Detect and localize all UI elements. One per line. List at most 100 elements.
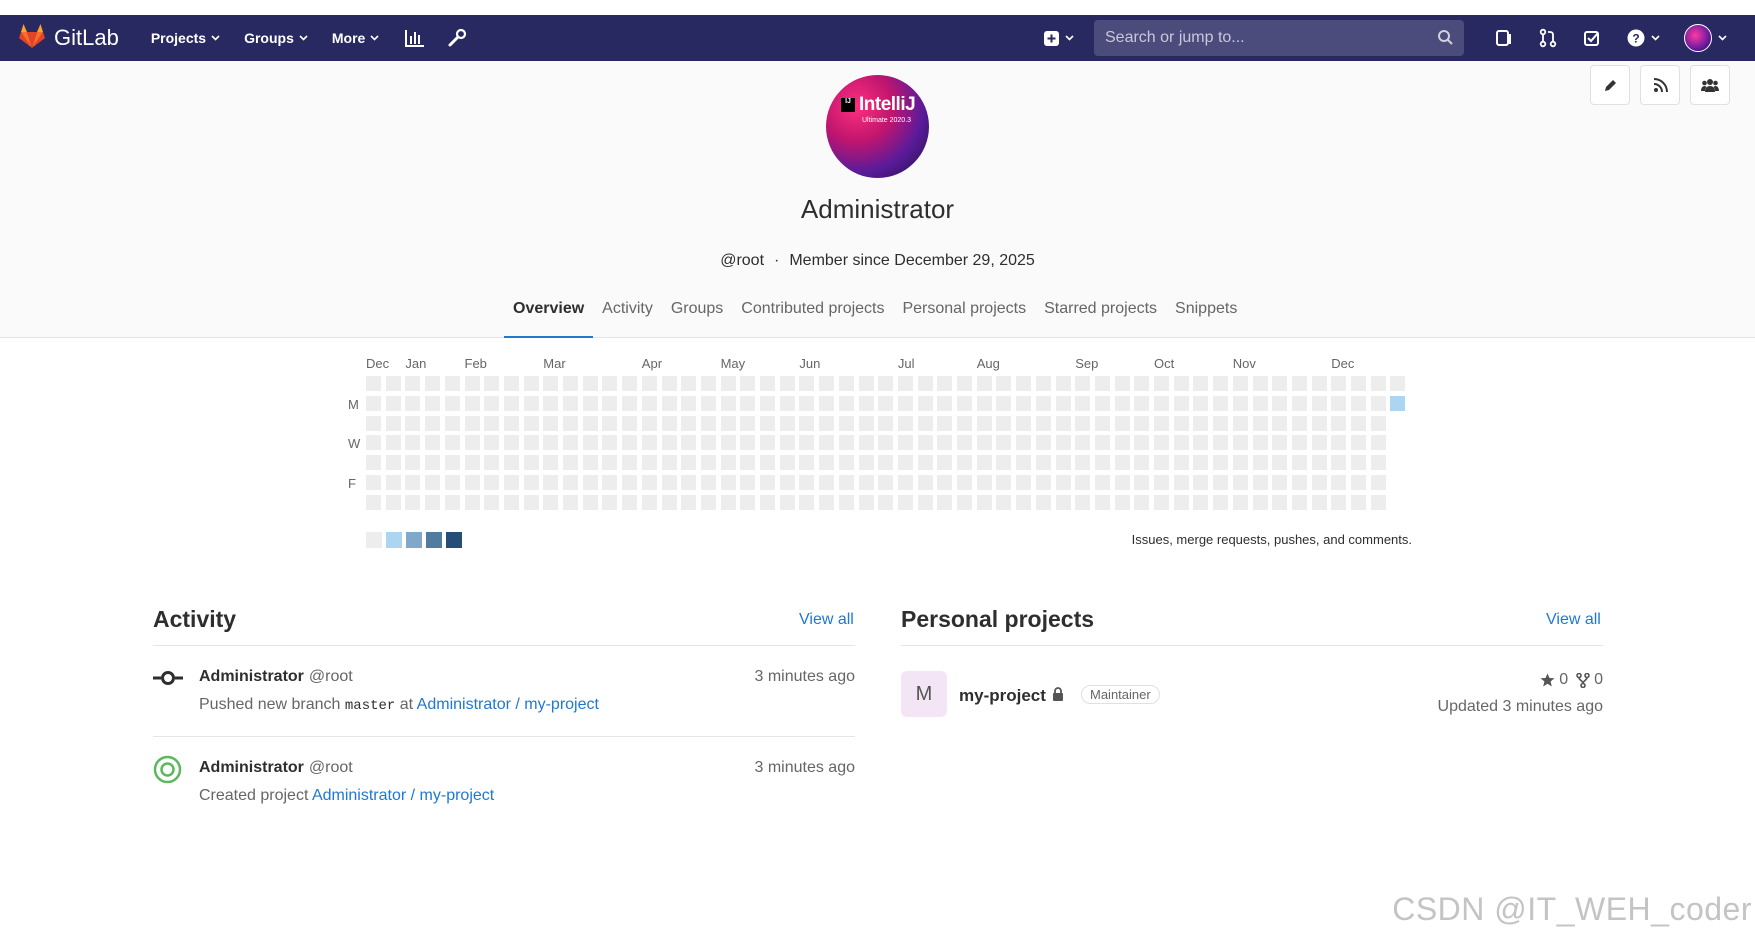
calendar-day-cell[interactable] [937, 376, 953, 391]
calendar-day-cell[interactable] [917, 415, 933, 431]
calendar-day-cell[interactable] [1232, 395, 1248, 411]
calendar-day-cell[interactable] [1035, 455, 1051, 471]
calendar-day-cell[interactable] [1055, 455, 1071, 471]
calendar-day-cell[interactable] [1173, 475, 1189, 490]
calendar-day-cell[interactable] [740, 494, 756, 510]
calendar-day-cell[interactable] [1055, 415, 1071, 431]
calendar-day-cell[interactable] [661, 455, 677, 471]
calendar-day-cell[interactable] [1311, 395, 1327, 411]
calendar-day-cell[interactable] [1016, 395, 1032, 411]
calendar-day-cell[interactable] [917, 475, 933, 490]
calendar-day-cell[interactable] [700, 494, 716, 510]
calendar-day-cell[interactable] [641, 415, 657, 431]
fork-count[interactable]: 0 [1594, 671, 1603, 689]
projects-view-all-link[interactable]: View all [1546, 611, 1601, 629]
calendar-day-cell[interactable] [838, 415, 854, 431]
calendar-day-cell[interactable] [523, 494, 539, 510]
calendar-day-cell[interactable] [1193, 415, 1209, 431]
calendar-day-cell[interactable] [897, 395, 913, 411]
calendar-day-cell[interactable] [838, 455, 854, 471]
calendar-day-cell[interactable] [484, 475, 500, 490]
calendar-day-cell[interactable] [1351, 455, 1366, 471]
calendar-day-cell[interactable] [1291, 455, 1307, 471]
calendar-day-cell[interactable] [1075, 415, 1091, 431]
calendar-day-cell[interactable] [1193, 395, 1209, 411]
calendar-day-cell[interactable] [1094, 376, 1110, 391]
calendar-day-cell[interactable] [385, 475, 401, 490]
calendar-day-cell[interactable] [1351, 435, 1366, 451]
calendar-day-cell[interactable] [740, 475, 756, 490]
tab-contributed-projects[interactable]: Contributed projects [732, 296, 893, 336]
calendar-day-cell[interactable] [937, 475, 953, 490]
calendar-day-cell[interactable] [1291, 435, 1307, 451]
calendar-day-cell[interactable] [897, 435, 913, 451]
calendar-day-cell[interactable] [1114, 455, 1130, 471]
calendar-day-cell[interactable] [1252, 376, 1268, 391]
project-name-link[interactable]: my-project [959, 686, 1046, 706]
calendar-day-cell[interactable] [425, 455, 441, 471]
calendar-day-cell[interactable] [1094, 415, 1110, 431]
calendar-day-cell[interactable] [1055, 475, 1071, 490]
calendar-day-cell[interactable] [760, 415, 775, 431]
calendar-day-cell[interactable] [720, 435, 736, 451]
calendar-day-cell[interactable] [1232, 435, 1248, 451]
calendar-day-cell[interactable] [976, 376, 992, 391]
calendar-day-cell[interactable] [464, 494, 480, 510]
calendar-day-cell[interactable] [1390, 376, 1406, 391]
calendar-day-cell[interactable] [819, 395, 835, 411]
activity-chart-icon[interactable] [403, 26, 427, 50]
calendar-day-cell[interactable] [976, 455, 992, 471]
calendar-day-cell[interactable] [563, 395, 578, 411]
calendar-day-cell[interactable] [681, 494, 697, 510]
event-author-name[interactable]: Administrator [199, 668, 304, 685]
calendar-day-cell[interactable] [1134, 376, 1150, 391]
calendar-day-cell[interactable] [838, 494, 854, 510]
calendar-day-cell[interactable] [503, 376, 519, 391]
calendar-day-cell[interactable] [405, 455, 421, 471]
calendar-day-cell[interactable] [1213, 475, 1229, 490]
calendar-day-cell[interactable] [444, 475, 460, 490]
calendar-day-cell[interactable] [681, 395, 697, 411]
calendar-day-cell[interactable] [779, 455, 795, 471]
calendar-day-cell[interactable] [1193, 455, 1209, 471]
calendar-day-cell[interactable] [582, 435, 598, 451]
calendar-day-cell[interactable] [878, 455, 894, 471]
calendar-day-cell[interactable] [1331, 475, 1347, 490]
calendar-day-cell[interactable] [996, 415, 1012, 431]
calendar-day-cell[interactable] [760, 435, 775, 451]
calendar-day-cell[interactable] [1370, 475, 1386, 490]
edit-profile-button[interactable] [1590, 65, 1630, 105]
calendar-day-cell[interactable] [858, 415, 874, 431]
calendar-day-cell[interactable] [700, 435, 716, 451]
calendar-day-cell[interactable] [582, 455, 598, 471]
calendar-day-cell[interactable] [1272, 435, 1288, 451]
calendar-day-cell[interactable] [523, 415, 539, 431]
calendar-day-cell[interactable] [878, 435, 894, 451]
calendar-day-cell[interactable] [484, 455, 500, 471]
branch-ref[interactable]: master [345, 698, 395, 714]
calendar-day-cell[interactable] [1173, 415, 1189, 431]
calendar-day-cell[interactable] [996, 475, 1012, 490]
calendar-day-cell[interactable] [1390, 395, 1406, 411]
calendar-day-cell[interactable] [937, 494, 953, 510]
calendar-day-cell[interactable] [779, 494, 795, 510]
calendar-day-cell[interactable] [563, 475, 578, 490]
calendar-day-cell[interactable] [1035, 475, 1051, 490]
calendar-day-cell[interactable] [1134, 494, 1150, 510]
calendar-day-cell[interactable] [503, 455, 519, 471]
calendar-day-cell[interactable] [1370, 435, 1386, 451]
calendar-day-cell[interactable] [957, 415, 972, 431]
gitlab-home-link[interactable]: GitLab [18, 23, 119, 54]
calendar-day-cell[interactable] [523, 475, 539, 490]
calendar-day-cell[interactable] [799, 395, 815, 411]
calendar-day-cell[interactable] [1311, 435, 1327, 451]
calendar-day-cell[interactable] [1055, 376, 1071, 391]
calendar-day-cell[interactable] [563, 376, 578, 391]
calendar-day-cell[interactable] [366, 395, 381, 411]
calendar-day-cell[interactable] [917, 376, 933, 391]
calendar-day-cell[interactable] [641, 494, 657, 510]
calendar-day-cell[interactable] [1291, 376, 1307, 391]
calendar-day-cell[interactable] [1173, 395, 1189, 411]
calendar-day-cell[interactable] [622, 435, 638, 451]
calendar-day-cell[interactable] [1075, 455, 1091, 471]
